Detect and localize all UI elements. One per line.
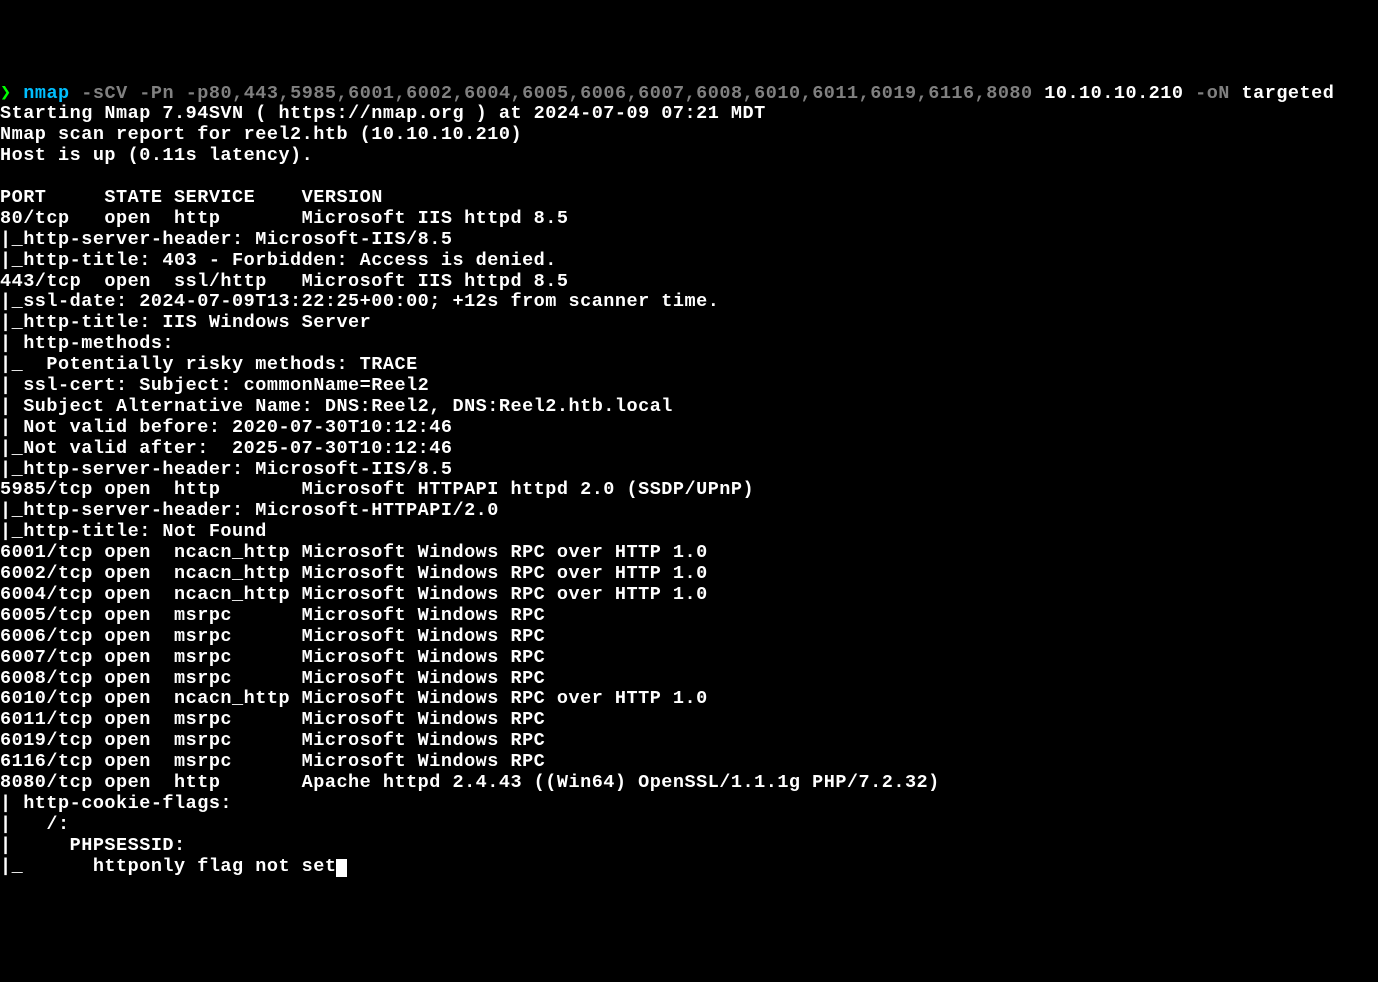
output-line: 5985/tcp open http Microsoft HTTPAPI htt… bbox=[0, 480, 1378, 501]
output-line: 8080/tcp open http Apache httpd 2.4.43 (… bbox=[0, 773, 1378, 794]
output-line: 6002/tcp open ncacn_http Microsoft Windo… bbox=[0, 564, 1378, 585]
output-line: 6007/tcp open msrpc Microsoft Windows RP… bbox=[0, 648, 1378, 669]
output-line: 6006/tcp open msrpc Microsoft Windows RP… bbox=[0, 627, 1378, 648]
output-line: 6005/tcp open msrpc Microsoft Windows RP… bbox=[0, 606, 1378, 627]
output-line: | Not valid before: 2020-07-30T10:12:46 bbox=[0, 418, 1378, 439]
output-line: 6001/tcp open ncacn_http Microsoft Windo… bbox=[0, 543, 1378, 564]
output-line: |_Not valid after: 2025-07-30T10:12:46 bbox=[0, 439, 1378, 460]
output-flag: -oN bbox=[1195, 83, 1230, 104]
command-line: ❯ nmap -sCV -Pn -p80,443,5985,6001,6002,… bbox=[0, 84, 1378, 105]
output-line: 6004/tcp open ncacn_http Microsoft Windo… bbox=[0, 585, 1378, 606]
output-line: 443/tcp open ssl/http Microsoft IIS http… bbox=[0, 272, 1378, 293]
output-line: |_ssl-date: 2024-07-09T13:22:25+00:00; +… bbox=[0, 292, 1378, 313]
command-options: -sCV -Pn -p80,443,5985,6001,6002,6004,60… bbox=[81, 83, 1032, 104]
output-line: |_http-title: Not Found bbox=[0, 522, 1378, 543]
output-line: | http-cookie-flags: bbox=[0, 794, 1378, 815]
output-line: |_http-title: 403 - Forbidden: Access is… bbox=[0, 251, 1378, 272]
output-line: | PHPSESSID: bbox=[0, 836, 1378, 857]
output-line: | Subject Alternative Name: DNS:Reel2, D… bbox=[0, 397, 1378, 418]
output-line: Starting Nmap 7.94SVN ( https://nmap.org… bbox=[0, 104, 1378, 125]
output-file: targeted bbox=[1242, 83, 1335, 104]
output-line: 6116/tcp open msrpc Microsoft Windows RP… bbox=[0, 752, 1378, 773]
output-line: 6011/tcp open msrpc Microsoft Windows RP… bbox=[0, 710, 1378, 731]
output-line: Nmap scan report for reel2.htb (10.10.10… bbox=[0, 125, 1378, 146]
output-text: |_ httponly flag not set bbox=[0, 856, 336, 877]
prompt-marker: ❯ bbox=[0, 83, 12, 104]
output-line: 6019/tcp open msrpc Microsoft Windows RP… bbox=[0, 731, 1378, 752]
terminal-output[interactable]: ❯ nmap -sCV -Pn -p80,443,5985,6001,6002,… bbox=[0, 84, 1378, 878]
output-line: |_http-server-header: Microsoft-IIS/8.5 bbox=[0, 460, 1378, 481]
output-line: |_http-server-header: Microsoft-HTTPAPI/… bbox=[0, 501, 1378, 522]
output-line: | http-methods: bbox=[0, 334, 1378, 355]
output-line: | /: bbox=[0, 815, 1378, 836]
output-line bbox=[0, 167, 1378, 188]
output-line: |_http-server-header: Microsoft-IIS/8.5 bbox=[0, 230, 1378, 251]
output-line: |_http-title: IIS Windows Server bbox=[0, 313, 1378, 334]
output-line: 80/tcp open http Microsoft IIS httpd 8.5 bbox=[0, 209, 1378, 230]
cursor bbox=[336, 859, 347, 877]
output-line: Host is up (0.11s latency). bbox=[0, 146, 1378, 167]
output-line: 6008/tcp open msrpc Microsoft Windows RP… bbox=[0, 669, 1378, 690]
output-line-last: |_ httponly flag not set bbox=[0, 857, 1378, 878]
command-name: nmap bbox=[23, 83, 69, 104]
output-line: 6010/tcp open ncacn_http Microsoft Windo… bbox=[0, 689, 1378, 710]
output-line: PORT STATE SERVICE VERSION bbox=[0, 188, 1378, 209]
output-line: | ssl-cert: Subject: commonName=Reel2 bbox=[0, 376, 1378, 397]
output-line: |_ Potentially risky methods: TRACE bbox=[0, 355, 1378, 376]
command-target: 10.10.10.210 bbox=[1044, 83, 1183, 104]
